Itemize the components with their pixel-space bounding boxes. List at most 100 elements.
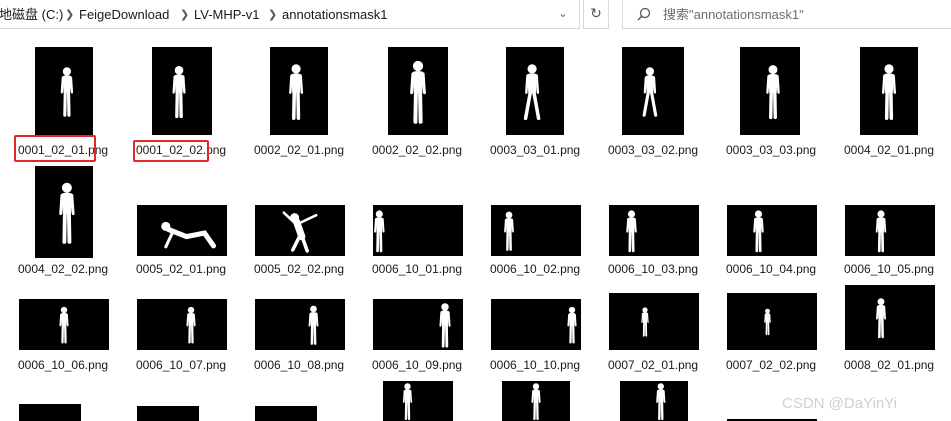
file-thumbnail[interactable] xyxy=(620,381,688,421)
file-name[interactable]: 0006_10_07.png xyxy=(136,358,226,373)
file-name[interactable]: 0006_10_06.png xyxy=(18,358,108,373)
person-silhouette xyxy=(766,65,780,120)
file-thumbnail[interactable] xyxy=(491,299,581,350)
breadcrumb-annotationsmask1[interactable]: annotationsmask1 xyxy=(282,6,388,24)
file-thumbnail[interactable] xyxy=(491,205,581,256)
address-bar[interactable]: 地磁盘 (C:) ❯ FeigeDownload ❯ LV-MHP-v1 ❯ a… xyxy=(0,0,580,29)
file-thumbnail[interactable] xyxy=(137,299,227,350)
file-name[interactable]: 0004_02_01.png xyxy=(844,143,934,158)
file-thumbnail[interactable] xyxy=(255,205,345,256)
person-silhouette xyxy=(882,64,896,121)
file-thumbnail[interactable] xyxy=(255,299,345,350)
person-silhouette xyxy=(308,305,319,345)
person-silhouette xyxy=(402,383,413,421)
file-name[interactable]: 0007_02_01.png xyxy=(608,358,698,373)
file-thumbnail[interactable] xyxy=(35,47,93,135)
file-thumbnail[interactable] xyxy=(727,293,817,350)
refresh-icon: ↻ xyxy=(590,5,602,21)
file-thumbnail[interactable] xyxy=(35,166,93,258)
file-thumbnail[interactable] xyxy=(152,47,212,135)
file-thumbnail[interactable] xyxy=(137,205,227,256)
person-silhouette xyxy=(439,303,451,348)
highlight-box xyxy=(14,135,96,162)
person-silhouette xyxy=(289,64,304,121)
file-thumbnail[interactable] xyxy=(19,404,81,421)
file-name[interactable]: 0006_10_04.png xyxy=(726,262,816,277)
chevron-right-icon[interactable]: ❯ xyxy=(180,6,189,24)
person-silhouette xyxy=(504,211,514,251)
chevron-right-icon[interactable]: ❯ xyxy=(65,6,74,24)
file-thumbnail[interactable] xyxy=(845,205,935,256)
file-thumbnail[interactable] xyxy=(860,47,918,135)
file-name[interactable]: 0006_10_09.png xyxy=(372,358,462,373)
file-thumbnail[interactable] xyxy=(255,406,317,421)
person-silhouette xyxy=(642,67,658,117)
breadcrumb-drive[interactable]: 地磁盘 (C:) xyxy=(0,6,63,24)
person-silhouette xyxy=(641,307,649,337)
file-name[interactable]: 0003_03_01.png xyxy=(490,143,580,158)
file-name[interactable]: 0006_10_08.png xyxy=(254,358,344,373)
file-name[interactable]: 0003_03_02.png xyxy=(608,143,698,158)
person-silhouette xyxy=(137,406,199,421)
search-icon xyxy=(637,7,651,21)
file-thumbnail[interactable] xyxy=(270,47,328,135)
person-silhouette xyxy=(764,308,771,336)
person-silhouette xyxy=(374,210,385,253)
person-silhouette xyxy=(186,306,196,344)
file-thumbnail[interactable] xyxy=(506,47,564,135)
file-name[interactable]: 0002_02_01.png xyxy=(254,143,344,158)
person-silhouette xyxy=(172,66,186,119)
file-thumbnail[interactable] xyxy=(622,47,684,135)
person-silhouette xyxy=(59,182,75,244)
file-name[interactable]: 0007_02_02.png xyxy=(726,358,816,373)
file-thumbnail[interactable] xyxy=(373,299,463,350)
file-name[interactable]: 0006_10_02.png xyxy=(490,262,580,277)
file-name[interactable]: 0006_10_01.png xyxy=(372,262,462,277)
toolbar: 地磁盘 (C:) ❯ FeigeDownload ❯ LV-MHP-v1 ❯ a… xyxy=(0,0,951,31)
file-thumbnail[interactable] xyxy=(609,205,699,256)
person-silhouette xyxy=(626,210,637,253)
file-thumbnail[interactable] xyxy=(727,205,817,256)
person-silhouette xyxy=(255,406,317,421)
person-silhouette xyxy=(875,210,887,253)
file-thumbnail[interactable] xyxy=(609,293,699,350)
person-silhouette xyxy=(19,404,81,421)
person-silhouette xyxy=(876,298,886,339)
person-silhouette xyxy=(410,60,426,124)
person-silhouette xyxy=(60,67,74,117)
file-thumbnail[interactable] xyxy=(383,381,453,421)
file-thumbnail[interactable] xyxy=(845,285,935,350)
refresh-button[interactable]: ↻ xyxy=(583,0,609,29)
file-name[interactable]: 0006_10_03.png xyxy=(608,262,698,277)
file-name[interactable]: 0008_02_01.png xyxy=(844,358,934,373)
breadcrumb-lv-mhp-v1[interactable]: LV-MHP-v1 xyxy=(194,6,260,24)
file-name[interactable]: 0006_10_05.png xyxy=(844,262,934,277)
chevron-right-icon[interactable]: ❯ xyxy=(268,6,277,24)
file-name[interactable]: 0006_10_10.png xyxy=(490,358,580,373)
person-silhouette xyxy=(59,306,69,344)
file-name[interactable]: 0004_02_02.png xyxy=(18,262,108,277)
file-thumbnail[interactable] xyxy=(388,47,448,135)
search-input[interactable]: 搜索"annotationsmask1" xyxy=(622,0,951,29)
person-silhouette xyxy=(161,221,217,249)
person-silhouette xyxy=(523,64,541,121)
file-name[interactable]: 0005_02_01.png xyxy=(136,262,226,277)
chevron-down-icon[interactable]: ⌄ xyxy=(554,5,572,23)
file-thumbnail[interactable] xyxy=(502,381,570,421)
person-silhouette xyxy=(531,383,541,421)
file-name[interactable]: 0002_02_02.png xyxy=(372,143,462,158)
highlight-box xyxy=(133,140,209,162)
file-thumbnail[interactable] xyxy=(740,47,800,135)
file-thumbnail[interactable] xyxy=(19,299,109,350)
file-thumbnail[interactable] xyxy=(373,205,463,256)
person-silhouette xyxy=(282,211,318,253)
search-placeholder: 搜索"annotationsmask1" xyxy=(663,7,804,22)
file-name[interactable]: 0003_03_03.png xyxy=(726,143,816,158)
person-silhouette xyxy=(567,306,577,344)
file-thumbnail[interactable] xyxy=(137,406,199,421)
watermark: CSDN @DaYinYi xyxy=(782,395,897,412)
person-silhouette xyxy=(753,210,764,253)
breadcrumb-feigedownload[interactable]: FeigeDownload xyxy=(79,6,169,24)
file-name[interactable]: 0005_02_02.png xyxy=(254,262,344,277)
person-silhouette xyxy=(656,383,666,421)
